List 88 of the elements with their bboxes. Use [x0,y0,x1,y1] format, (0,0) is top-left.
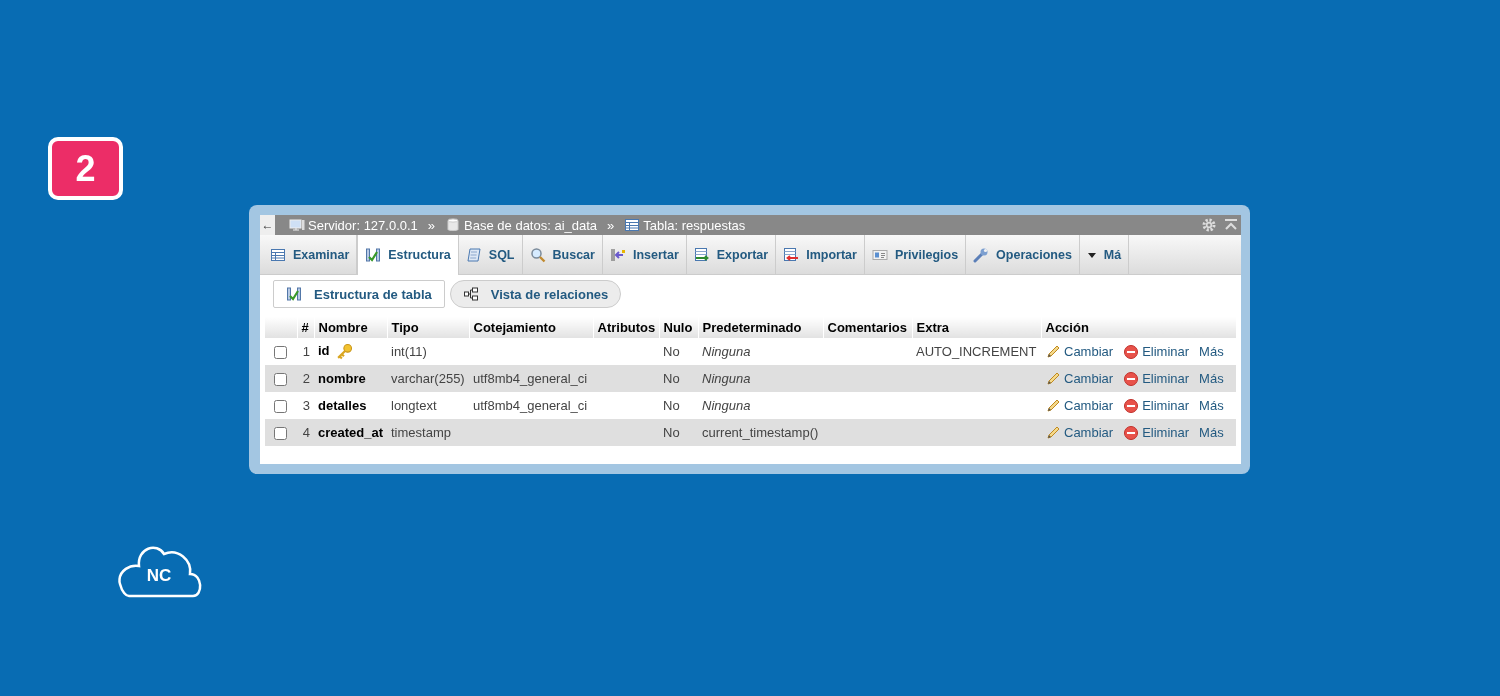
field-name: nombre [318,371,366,386]
field-name: detalles [318,398,367,413]
change-link[interactable]: Cambiar [1045,424,1114,441]
minus-circle-icon [1123,343,1140,360]
more-link[interactable]: Más [1199,398,1224,413]
wrench-icon [973,246,990,263]
pencil-icon [1045,343,1061,360]
logo-text: NC [145,566,173,586]
delete-link[interactable]: Eliminar [1123,397,1190,414]
menu-tab[interactable]: Operaciones [966,235,1080,274]
column-header: Cotejamiento [469,317,593,338]
menu-tab[interactable]: Má [1079,235,1130,274]
settings-icon[interactable] [1201,217,1217,233]
breadcrumb-separator: » [607,217,615,233]
monitor-icon [289,217,305,233]
more-link[interactable]: Más [1199,425,1224,440]
subtab-button[interactable]: Estructura de tabla [273,280,445,308]
column-header: Comentarios [823,317,912,338]
table-cell: utf8mb4_general_ci [469,365,593,392]
search-icon [529,246,546,263]
pencil-icon [1045,424,1061,441]
table-cell: current_timestamp() [698,419,823,446]
table-cell: int(11) [387,338,469,365]
menu-tab[interactable]: Buscar [522,235,603,274]
change-link[interactable]: Cambiar [1045,343,1114,360]
delete-link[interactable]: Eliminar [1123,424,1190,441]
table-cell: Ninguna [698,338,823,365]
menu-tab[interactable]: Importar [776,235,865,274]
pencil-icon [1045,370,1061,387]
minus-circle-icon [1123,370,1140,387]
table-cell: No [659,338,698,365]
menu-tab[interactable]: SQL [458,235,523,274]
table-cell: No [659,365,698,392]
more-link[interactable]: Más [1199,344,1224,359]
menu-tab[interactable]: Privilegios [864,235,967,274]
breadcrumb-link[interactable]: Base de datos: ai_data [445,217,598,233]
minus-circle-icon [1123,424,1140,441]
column-header: Nulo [659,317,698,338]
row-number: 2 [297,365,314,392]
field-name: created_at [318,425,384,440]
table-cell: Ninguna [698,365,823,392]
row-checkbox[interactable] [274,427,287,441]
back-button[interactable]: ← [260,215,275,235]
table-icon [624,217,641,233]
row-number: 1 [297,338,314,365]
structure-icon [286,286,302,302]
table-cell: No [659,392,698,419]
database-icon [445,217,462,233]
menu-tab[interactable]: Insertar [602,235,687,274]
breadcrumb-separator: » [427,217,436,233]
subtab-button[interactable]: Vista de relaciones [449,280,622,308]
column-header: Atributos [593,317,659,338]
row-number: 4 [297,419,314,446]
row-checkbox[interactable] [274,373,287,387]
cloud-icon [115,544,203,600]
table-icon [270,246,286,263]
column-header: Predeterminado [698,317,823,338]
relations-icon [462,286,479,302]
table-cell: varchar(255) [387,365,469,392]
field-name: id [318,342,330,358]
column-header: Extra [912,317,1041,338]
table-cell: AUTO_INCREMENT [912,338,1041,365]
row-checkbox[interactable] [274,400,287,414]
delete-link[interactable]: Eliminar [1123,370,1190,387]
step-badge: 2 [48,137,123,200]
breadcrumb-link[interactable]: Tabla: respuestas [624,217,746,233]
menu-tab[interactable]: Estructura [357,235,459,275]
table-cell: longtext [387,392,469,419]
structure-icon [365,247,382,263]
more-link[interactable]: Más [1199,371,1224,386]
scroll-icon [465,246,482,263]
row-checkbox[interactable] [274,346,287,360]
table-cell: No [659,419,698,446]
minus-circle-icon [1123,397,1140,414]
change-link[interactable]: Cambiar [1045,397,1114,414]
table-cell: timestamp [387,419,469,446]
menu-tab[interactable]: Exportar [686,235,777,274]
column-header: Nombre [314,317,387,338]
table-cell: Ninguna [698,392,823,419]
change-link[interactable]: Cambiar [1045,370,1114,387]
table-cell: utf8mb4_general_ci [469,392,593,419]
delete-link[interactable]: Eliminar [1123,343,1190,360]
pencil-icon [1045,397,1061,414]
breadcrumb-link[interactable]: Servidor: 127.0.0.1 [289,217,418,233]
row-number: 3 [297,392,314,419]
insert-arrow-icon [609,246,626,263]
column-header: Acción [1041,317,1236,338]
column-header: Tipo [387,317,469,338]
